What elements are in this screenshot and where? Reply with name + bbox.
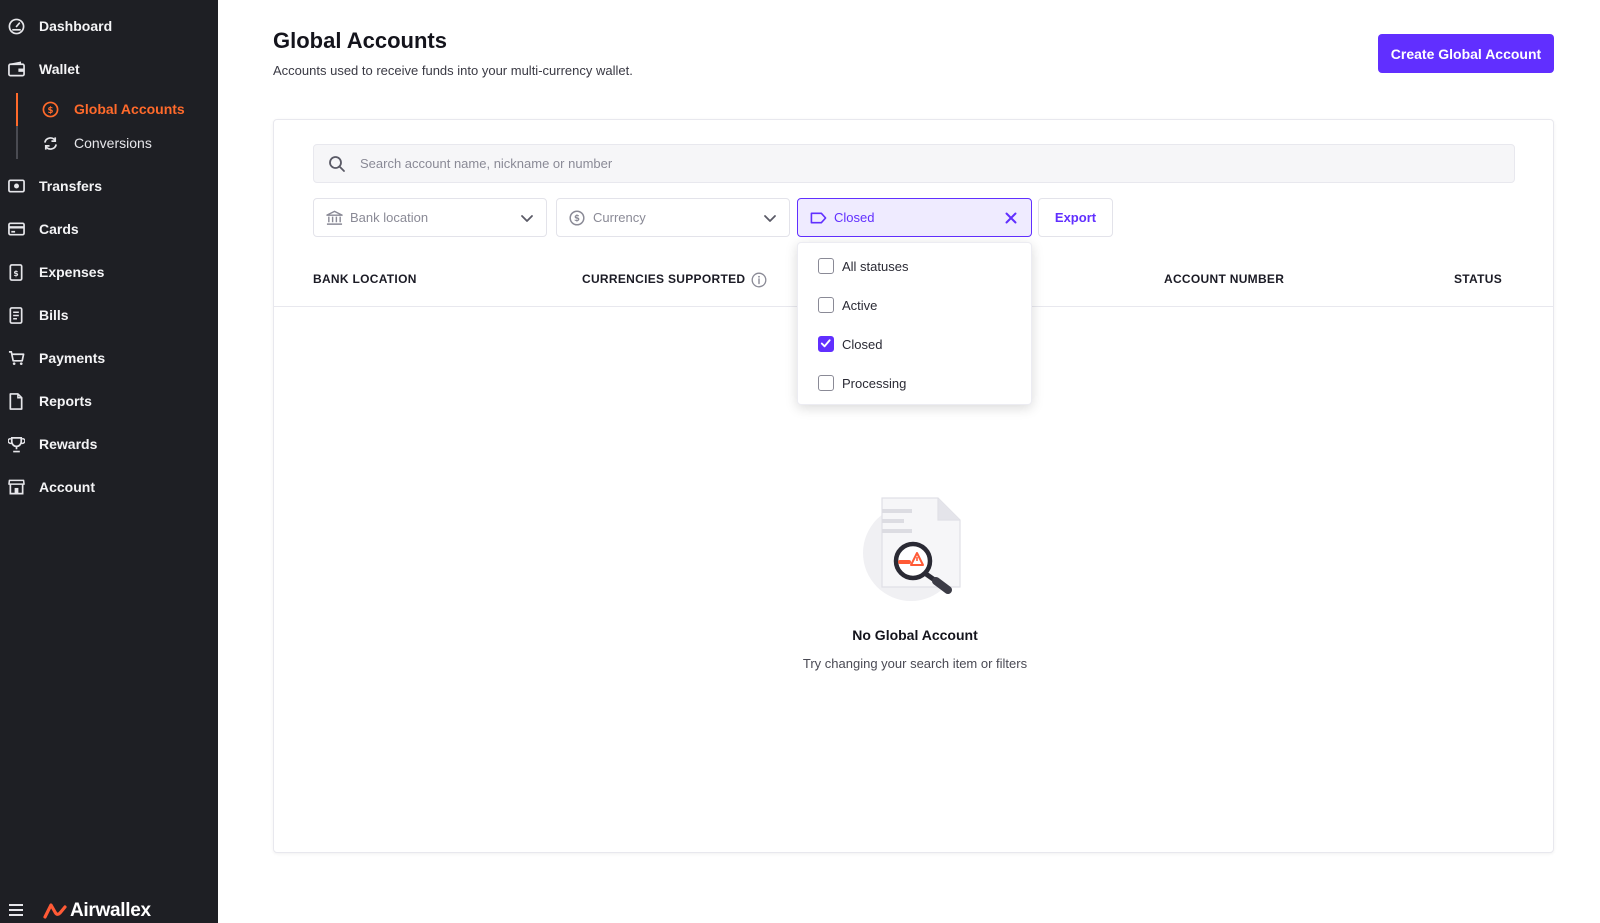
status-option-closed[interactable]: Closed [798,327,1033,361]
sidebar-item-label: Rewards [39,436,98,452]
sidebar-item-label: Bills [39,307,69,323]
status-option-all-statuses[interactable]: All statuses [798,249,1033,283]
sidebar-item-label: Transfers [39,178,103,194]
magnifier-document-icon [863,497,961,601]
svg-text:$: $ [47,105,53,115]
clear-filter-icon[interactable] [1003,210,1019,226]
currency-label: Currency [593,210,646,225]
sidebar-item-label: Expenses [39,264,105,280]
column-header-account-number[interactable]: ACCOUNT NUMBER [1164,272,1284,286]
airwallex-logo: Airwallex [43,900,151,922]
empty-state-illustration [862,497,966,603]
checkbox[interactable] [818,297,834,313]
column-header-status[interactable]: STATUS [1454,272,1502,286]
status-option-label: Closed [842,337,883,352]
refresh-icon [41,134,59,152]
chevron-down-icon [763,211,777,225]
status-option-label: All statuses [842,259,909,274]
checkbox-checked[interactable] [818,336,834,352]
transfers-icon [7,177,25,195]
sidebar-subitem-label: Conversions [74,135,152,151]
sidebar: Dashboard Wallet $ Global Accounts Conve… [0,0,218,923]
store-icon [7,478,25,496]
sidebar-item-reports[interactable]: Reports [0,383,218,419]
airwallex-mark-icon [43,903,67,919]
export-button[interactable]: Export [1038,198,1113,237]
sidebar-item-label: Wallet [39,61,80,77]
report-icon [7,392,25,410]
status-dropdown-menu: All statuses Active Closed Processing [797,242,1032,405]
empty-state-title: No Global Account [852,627,978,643]
status-filter[interactable]: Closed [797,198,1032,237]
currency-icon: $ [568,209,586,227]
trophy-icon [7,435,25,453]
expenses-icon: $ [7,263,25,281]
search-input[interactable] [360,145,1490,182]
svg-text:$: $ [13,268,18,277]
tag-icon [809,209,827,227]
sidebar-item-label: Reports [39,393,92,409]
bank-location-label: Bank location [350,210,429,225]
sidebar-subitem-label: Global Accounts [74,101,185,117]
sidebar-item-label: Account [39,479,95,495]
menu-toggle-icon[interactable] [9,904,23,916]
dashboard-icon [7,17,25,35]
status-option-processing[interactable]: Processing [798,366,1033,400]
sidebar-item-dashboard[interactable]: Dashboard [0,8,218,44]
page-subtitle: Accounts used to receive funds into your… [273,63,633,78]
sidebar-item-label: Dashboard [39,18,113,34]
status-option-active[interactable]: Active [798,288,1033,322]
sidebar-item-bills[interactable]: Bills [0,297,218,333]
checkbox[interactable] [818,375,834,391]
search-bar [313,144,1515,183]
sidebar-item-conversions[interactable]: Conversions [18,128,218,158]
currency-filter[interactable]: $ Currency [556,198,790,237]
cart-icon [7,349,25,367]
info-icon[interactable] [751,272,767,288]
search-icon [328,155,346,173]
sidebar-item-account[interactable]: Account [0,469,218,505]
sidebar-item-label: Payments [39,350,106,366]
sidebar-item-wallet[interactable]: Wallet [0,51,218,87]
create-global-account-button[interactable]: Create Global Account [1378,34,1554,73]
chevron-down-icon [520,211,534,225]
dollar-circle-icon: $ [41,100,59,118]
svg-text:$: $ [574,214,580,224]
sidebar-item-global-accounts[interactable]: $ Global Accounts [18,94,218,124]
column-header-currencies-supported[interactable]: CURRENCIES SUPPORTED [582,272,745,286]
status-option-label: Processing [842,376,907,391]
brand-wordmark: Airwallex [70,900,151,921]
checkbox[interactable] [818,258,834,274]
wallet-icon [7,60,25,78]
sidebar-item-payments[interactable]: Payments [0,340,218,376]
cards-icon [7,220,25,238]
sidebar-item-cards[interactable]: Cards [0,211,218,247]
status-option-label: Active [842,298,878,313]
bank-location-filter[interactable]: Bank location [313,198,547,237]
bills-icon [7,306,25,324]
sidebar-item-rewards[interactable]: Rewards [0,426,218,462]
sidebar-item-transfers[interactable]: Transfers [0,168,218,204]
sidebar-item-expenses[interactable]: $ Expenses [0,254,218,290]
checkmark-icon [820,339,831,348]
page-title: Global Accounts [273,28,447,53]
empty-state-subtitle: Try changing your search item or filters [802,656,1028,671]
column-header-bank-location[interactable]: BANK LOCATION [313,272,417,286]
status-filter-value: Closed [834,210,875,225]
sidebar-item-label: Cards [39,221,79,237]
bank-icon [325,209,343,227]
